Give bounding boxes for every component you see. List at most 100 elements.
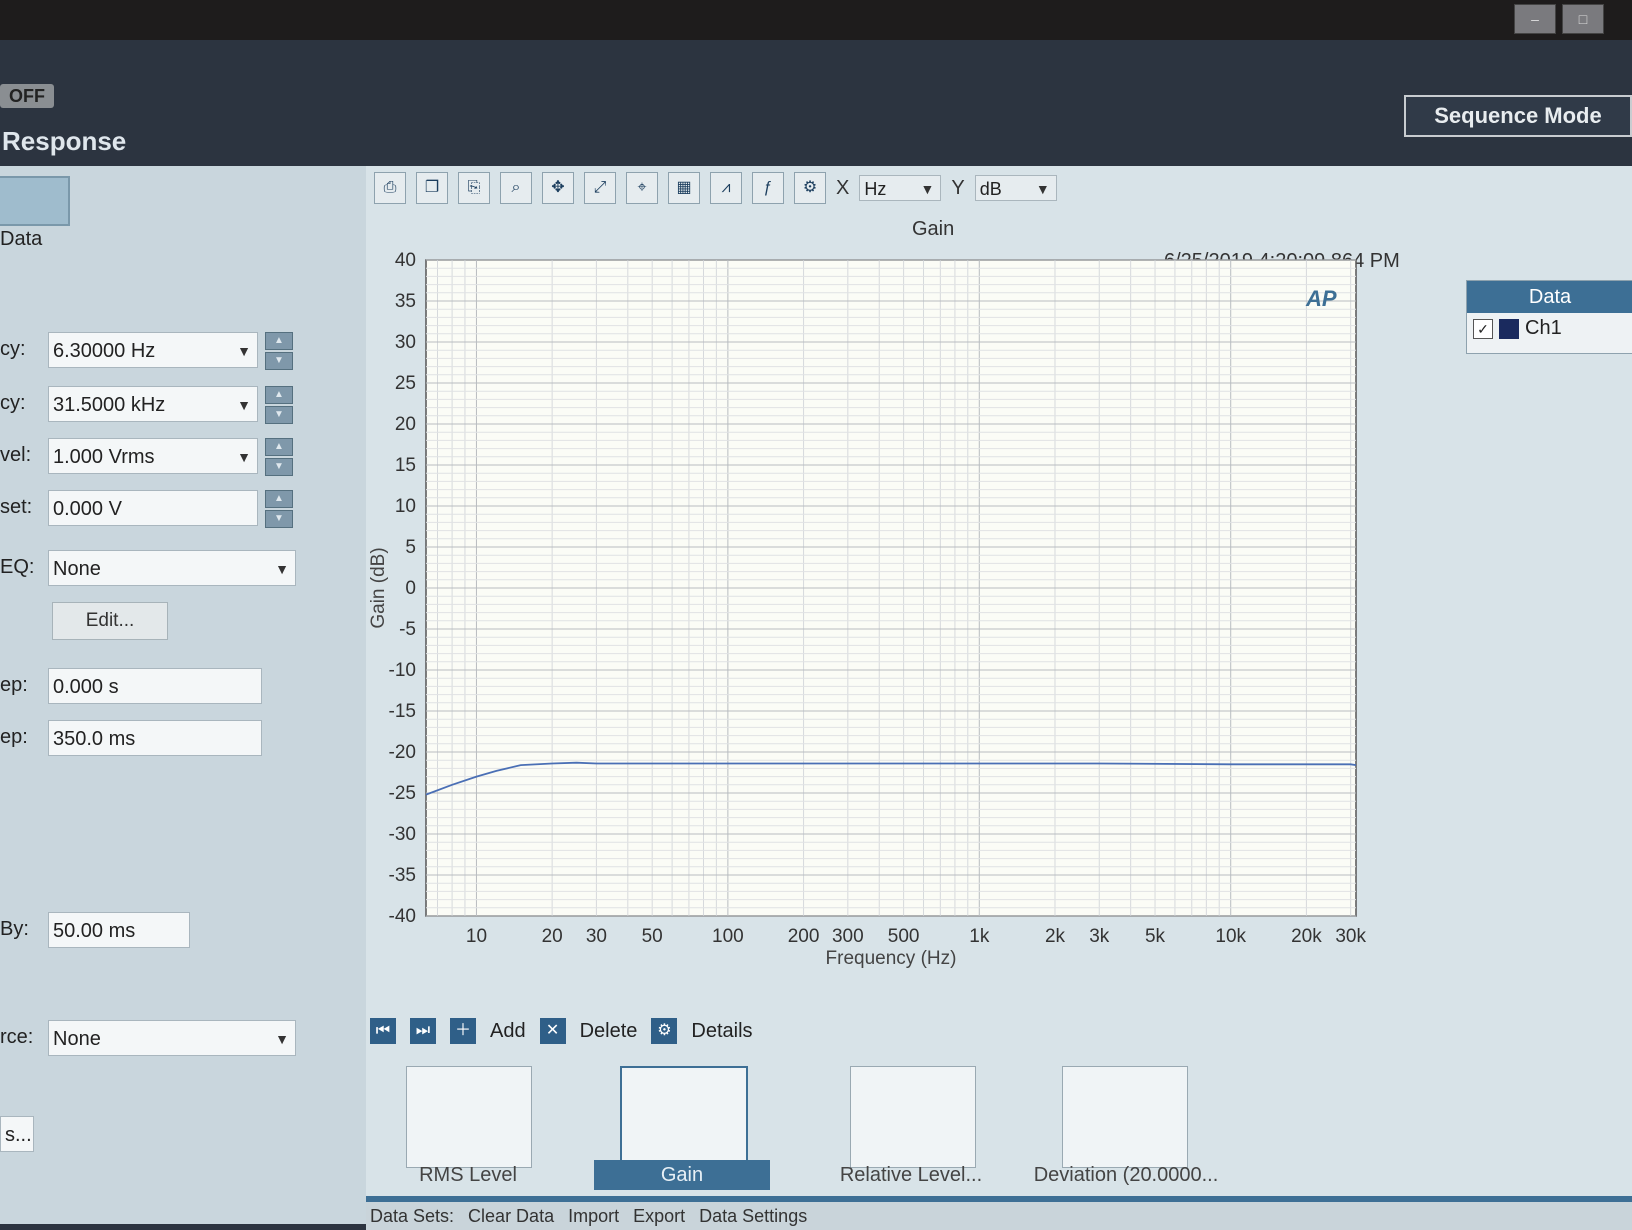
checkbox[interactable]: ✓ [1473, 318, 1493, 339]
offset-label: set: [0, 496, 33, 518]
import-button[interactable]: Import [568, 1206, 619, 1227]
save-icon[interactable]: ⎙ [374, 172, 406, 204]
chevron-down-icon[interactable]: ▼ [1036, 176, 1050, 202]
down-arrow-icon[interactable]: ▼ [265, 352, 293, 370]
y-tick-label: -30 [389, 824, 416, 845]
y-tick-label: -5 [399, 619, 416, 640]
graph-list-toolbar: ⏮ ⏭ ＋ Add ✕ Delete ⚙ Details [370, 1018, 753, 1044]
level-field[interactable]: 1.000 Vrms ▼ [48, 438, 258, 474]
maximize-icon[interactable]: □ [1562, 4, 1604, 34]
x-axis-label: X [836, 176, 850, 199]
edit-button[interactable]: Edit... [52, 602, 168, 640]
cursor-icon[interactable]: ⌖ [626, 172, 658, 204]
thumbnail-label-rms-level[interactable]: RMS Level [386, 1160, 550, 1190]
thumbnail-gain[interactable] [620, 1066, 748, 1170]
sequence-mode-button[interactable]: Sequence Mode [1404, 95, 1632, 137]
x-unit-select[interactable]: Hz ▼ [859, 175, 942, 202]
down-arrow-icon[interactable]: ▼ [265, 458, 293, 476]
data-settings-button[interactable]: Data Settings [699, 1206, 807, 1227]
fit-icon[interactable]: ⤢ [584, 172, 616, 204]
eq-select[interactable]: None ▼ [48, 550, 296, 586]
start-frequency-stepper[interactable]: ▲ ▼ [265, 332, 293, 370]
function-icon[interactable]: ƒ [752, 172, 784, 204]
more-button[interactable]: s... [0, 1116, 34, 1152]
chevron-down-icon[interactable]: ▼ [920, 176, 934, 202]
thumbnail-deviation[interactable] [1062, 1066, 1188, 1168]
source-select[interactable]: None ▼ [48, 1020, 296, 1056]
pre-sweep-field[interactable]: 0.000 s [48, 668, 262, 704]
first-icon[interactable]: ⏮ [370, 1018, 396, 1044]
minimize-icon[interactable]: – [1514, 4, 1556, 34]
offset-stepper[interactable]: ▲ ▼ [265, 490, 293, 528]
details-button[interactable]: Details [691, 1020, 752, 1043]
copy-icon[interactable]: ❐ [416, 172, 448, 204]
add-button[interactable]: Add [490, 1020, 526, 1043]
thumbnail-label-deviation[interactable]: Deviation (20.0000... [1026, 1160, 1226, 1190]
zoom-icon[interactable]: ⌕ [500, 172, 532, 204]
thumbnail-label-gain[interactable]: Gain [594, 1160, 770, 1190]
last-icon[interactable]: ⏭ [410, 1018, 436, 1044]
settings-panel: Data cy: 6.30000 Hz ▼ ▲ ▼ cy: 31.5000 kHz ▼… [0, 166, 366, 1224]
up-arrow-icon[interactable]: ▲ [265, 386, 293, 404]
delete-button[interactable]: Delete [580, 1020, 638, 1043]
down-arrow-icon[interactable]: ▼ [265, 406, 293, 424]
color-preview[interactable] [0, 176, 70, 226]
y-tick-label: -40 [389, 906, 416, 927]
down-arrow-icon[interactable]: ▼ [265, 510, 293, 528]
up-arrow-icon[interactable]: ▲ [265, 332, 293, 350]
sweep-time-field[interactable]: 350.0 ms [48, 720, 262, 756]
delete-icon[interactable]: ✕ [539, 1018, 566, 1044]
up-arrow-icon[interactable]: ▲ [265, 490, 293, 508]
y-unit-select[interactable]: dB ▼ [974, 175, 1057, 202]
up-arrow-icon[interactable]: ▲ [265, 438, 293, 456]
y-tick-label: 25 [395, 373, 416, 394]
start-frequency-value: 6.30000 Hz [53, 340, 156, 362]
gain-chart[interactable]: 4035302520151050-5-10-15-20-25-30-35-401… [366, 250, 1406, 1010]
offset-field[interactable]: 0.000 V [48, 490, 258, 526]
chart-title: Gain [912, 218, 955, 240]
thumbnail-rms-level[interactable] [406, 1066, 532, 1168]
stop-frequency-field[interactable]: 31.5000 kHz ▼ [48, 386, 258, 422]
start-frequency-field[interactable]: 6.30000 Hz ▼ [48, 332, 258, 368]
y-tick-label: 15 [395, 455, 416, 476]
chevron-down-icon[interactable]: ▼ [237, 439, 251, 475]
table-icon[interactable]: ▦ [668, 172, 700, 204]
delay-field[interactable]: 50.00 ms [48, 912, 190, 948]
stop-frequency-value: 31.5000 kHz [53, 394, 166, 416]
chevron-down-icon[interactable]: ▼ [237, 333, 251, 369]
print-icon[interactable]: ⎘ [458, 172, 490, 204]
ap-logo: AP [1305, 286, 1337, 311]
x-tick-label: 3k [1089, 926, 1110, 947]
level-value: 1.000 Vrms [53, 446, 155, 468]
eq-label: EQ: [0, 556, 35, 578]
thumbnail-relative-level[interactable] [850, 1066, 976, 1168]
gear-icon[interactable]: ⚙ [794, 172, 826, 204]
y-tick-label: -15 [389, 701, 416, 722]
eq-value: None [53, 558, 101, 580]
stop-frequency-stepper[interactable]: ▲ ▼ [265, 386, 293, 424]
x-tick-label: 200 [788, 926, 820, 947]
pan-icon[interactable]: ✥ [542, 172, 574, 204]
legend-series-label: Ch1 [1525, 317, 1562, 339]
start-frequency-label: cy: [0, 338, 26, 360]
clear-data-button[interactable]: Clear Data [468, 1206, 554, 1227]
chevron-down-icon[interactable]: ▼ [275, 1021, 289, 1057]
legend-item-ch1[interactable]: ✓ Ch1 [1467, 313, 1632, 344]
export-button[interactable]: Export [633, 1206, 685, 1227]
chevron-down-icon[interactable]: ▼ [275, 551, 289, 587]
x-tick-label: 20k [1291, 926, 1322, 947]
x-unit-value: Hz [864, 179, 887, 199]
source-label: rce: [0, 1026, 34, 1048]
source-value: None [53, 1028, 101, 1050]
x-tick-label: 50 [642, 926, 663, 947]
graph-style-icon[interactable]: ⩘ [710, 172, 742, 204]
details-icon[interactable]: ⚙ [651, 1018, 678, 1044]
graph-panel: ⎙ ❐ ⎘ ⌕ ✥ ⤢ ⌖ ▦ ⩘ ƒ ⚙ X Hz▼ Y dB▼ Gain 6… [366, 166, 1632, 1230]
x-tick-label: 10 [466, 926, 487, 947]
y-tick-label: -35 [389, 865, 416, 886]
generator-toggle[interactable]: OFF [0, 84, 54, 108]
add-icon[interactable]: ＋ [450, 1018, 476, 1044]
thumbnail-label-relative-level[interactable]: Relative Level... [806, 1160, 1016, 1190]
level-stepper[interactable]: ▲ ▼ [265, 438, 293, 476]
chevron-down-icon[interactable]: ▼ [237, 387, 251, 423]
